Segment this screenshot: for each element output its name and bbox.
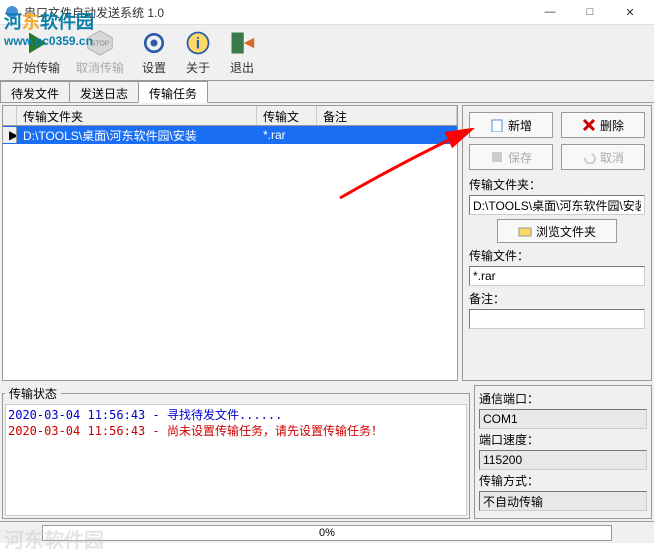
- col-note[interactable]: 备注: [317, 106, 457, 125]
- port-field: [479, 409, 647, 429]
- log-line: 2020-03-04 11:56:43 - 寻找待发文件......: [8, 407, 464, 423]
- delete-button[interactable]: 删除: [561, 112, 645, 138]
- baud-field: [479, 450, 647, 470]
- task-table: 传输文件夹 传输文件 备注 ▶ D:\TOOLS\桌面\河东软件园\安装 *.r…: [2, 105, 458, 381]
- col-folder[interactable]: 传输文件夹: [17, 106, 257, 125]
- save-button: 保存: [469, 144, 553, 170]
- add-button[interactable]: 新增: [469, 112, 553, 138]
- start-transfer-button[interactable]: 开始传输: [4, 27, 68, 78]
- note-label: 备注：: [469, 290, 645, 307]
- about-button[interactable]: i 关于: [176, 27, 220, 78]
- row-folder: D:\TOOLS\桌面\河东软件园\安装: [17, 126, 257, 145]
- folder-label: 传输文件夹：: [469, 176, 645, 193]
- table-row[interactable]: ▶ D:\TOOLS\桌面\河东软件园\安装 *.rar: [3, 126, 457, 144]
- log-line: 2020-03-04 11:56:43 - 尚未设置传输任务，请先设置传输任务！: [8, 423, 464, 439]
- app-icon: [4, 4, 20, 20]
- status-fieldset: 传输状态 2020-03-04 11:56:43 - 寻找待发文件...... …: [2, 385, 470, 519]
- exit-button[interactable]: 退出: [220, 27, 264, 78]
- col-file[interactable]: 传输文件: [257, 106, 317, 125]
- note-input[interactable]: [469, 309, 645, 329]
- close-button[interactable]: ✕: [610, 0, 650, 25]
- row-note: [317, 134, 457, 136]
- main-toolbar: 开始传输 STOP 取消传输 设置 i 关于 退出: [0, 25, 654, 81]
- maximize-button[interactable]: □: [570, 0, 610, 25]
- file-label: 传输文件：: [469, 247, 645, 264]
- row-file: *.rar: [257, 127, 317, 143]
- info-icon: i: [184, 29, 212, 57]
- baud-label: 端口速度：: [479, 431, 647, 448]
- progress-bar: 0%: [42, 525, 612, 541]
- footer: 0%: [0, 521, 654, 543]
- task-edit-panel: 新增 删除 保存 取消 传输文件夹： 浏览文件夹 传输文: [462, 105, 652, 381]
- undo-icon: [582, 150, 596, 164]
- svg-text:STOP: STOP: [91, 41, 110, 48]
- add-icon: [490, 118, 504, 132]
- exit-icon: [228, 29, 256, 57]
- cancel-transfer-button: STOP 取消传输: [68, 27, 132, 78]
- tab-pending[interactable]: 待发文件: [0, 81, 70, 102]
- folder-icon: [518, 225, 532, 237]
- gear-icon: [140, 29, 168, 57]
- save-icon: [490, 150, 504, 164]
- play-icon: [22, 29, 50, 57]
- status-legend: 传输状态: [5, 385, 61, 402]
- delete-icon: [582, 118, 596, 132]
- stop-icon: STOP: [86, 29, 114, 57]
- browse-folder-button[interactable]: 浏览文件夹: [497, 219, 617, 243]
- mode-field: [479, 491, 647, 511]
- col-marker: [3, 106, 17, 125]
- tab-log[interactable]: 发送日志: [69, 81, 139, 102]
- svg-text:i: i: [196, 35, 200, 52]
- file-input[interactable]: [469, 266, 645, 286]
- comm-panel: 通信端口： 端口速度： 传输方式：: [474, 385, 652, 519]
- cancel-button: 取消: [561, 144, 645, 170]
- tab-bar: 待发文件 发送日志 传输任务: [0, 81, 654, 103]
- minimize-button[interactable]: —: [530, 0, 570, 25]
- mode-label: 传输方式：: [479, 472, 647, 489]
- log-box: 2020-03-04 11:56:43 - 寻找待发文件...... 2020-…: [5, 404, 467, 516]
- row-marker: ▶: [3, 127, 17, 143]
- folder-input[interactable]: [469, 195, 645, 215]
- title-bar: 串口文件自动发送系统 1.0 — □ ✕: [0, 0, 654, 25]
- settings-button[interactable]: 设置: [132, 27, 176, 78]
- window-title: 串口文件自动发送系统 1.0: [24, 4, 530, 21]
- tab-tasks[interactable]: 传输任务: [138, 81, 208, 103]
- port-label: 通信端口：: [479, 390, 647, 407]
